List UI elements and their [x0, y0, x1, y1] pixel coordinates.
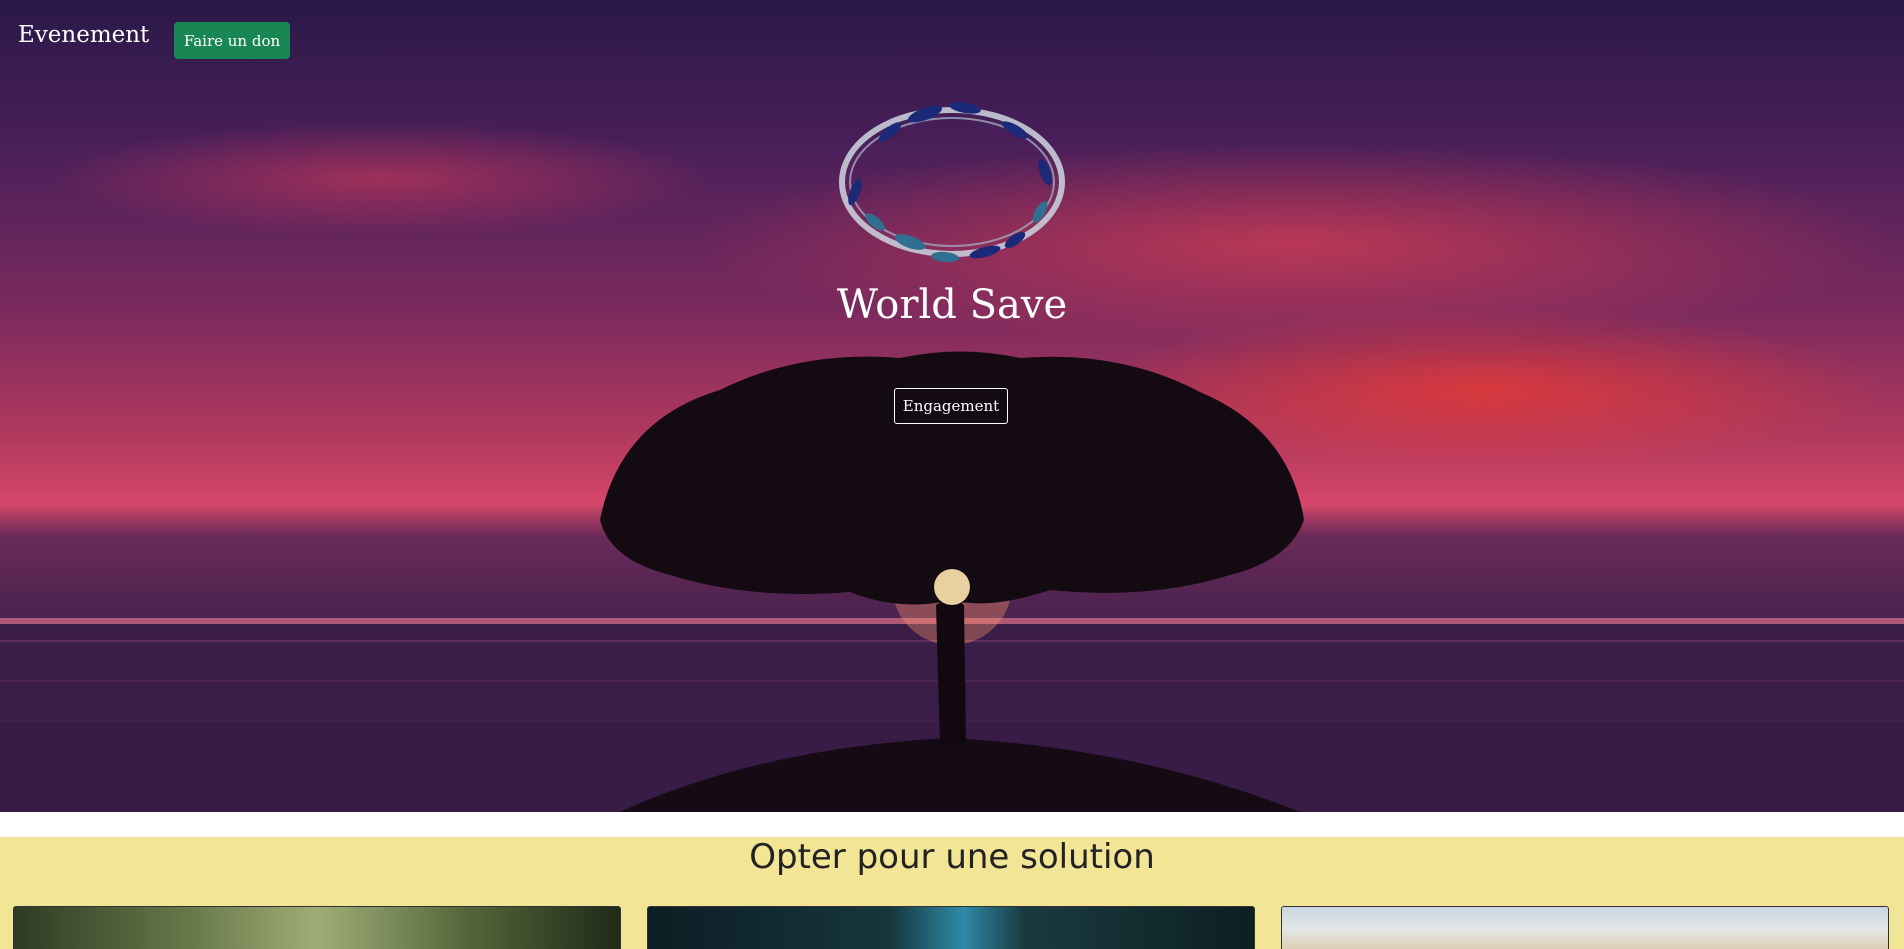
solution-card-water[interactable]: [647, 906, 1255, 949]
donate-button[interactable]: Faire un don: [174, 22, 290, 59]
nav-brand[interactable]: Evenement: [18, 22, 149, 48]
solution-card-sky[interactable]: [1281, 906, 1889, 949]
solution-card-plants[interactable]: [13, 906, 621, 949]
engagement-button[interactable]: Engagement: [894, 388, 1008, 424]
solution-section: Opter pour une solution: [0, 837, 1904, 949]
hero-title: World Save: [836, 282, 1068, 328]
solution-title: Opter pour une solution: [749, 837, 1155, 877]
wreath-icon: [815, 92, 1090, 281]
hero-section: Evenement Faire un don World Save Engage…: [0, 0, 1904, 812]
